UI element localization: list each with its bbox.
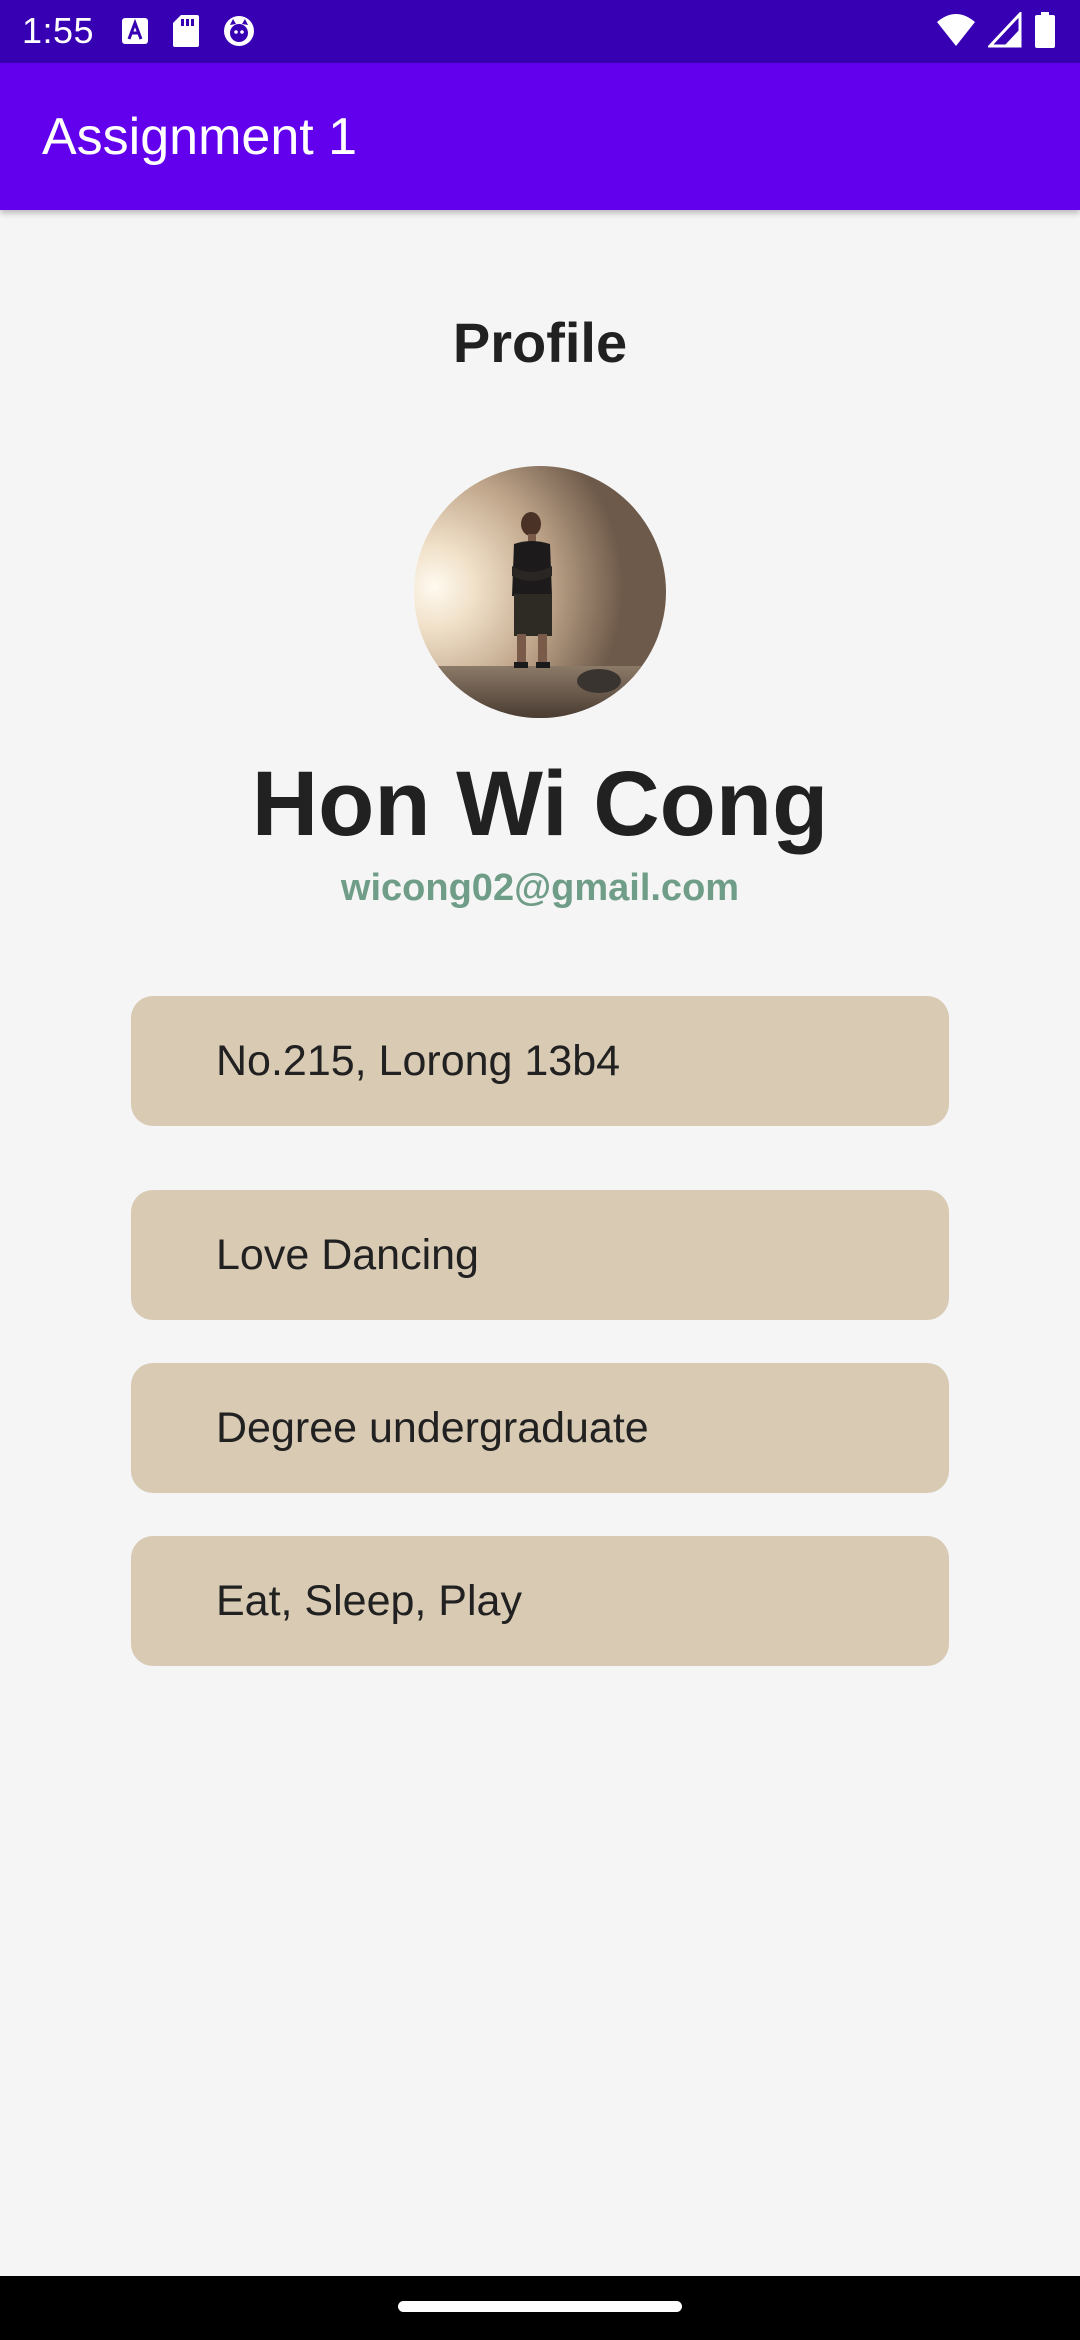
home-gesture-handle[interactable] bbox=[398, 2301, 682, 2312]
info-card-hobby: Love Dancing bbox=[131, 1190, 949, 1320]
font-download-icon bbox=[120, 16, 150, 51]
battery-icon bbox=[1034, 12, 1056, 53]
cell-signal-icon bbox=[986, 10, 1022, 53]
profile-heading: Profile bbox=[452, 311, 628, 374]
cat-face-icon bbox=[222, 14, 256, 53]
status-left-icons bbox=[120, 14, 256, 53]
profile-name: Hon Wi Cong bbox=[251, 753, 829, 855]
status-bar: 1:55 bbox=[0, 0, 1080, 63]
profile-photo bbox=[414, 466, 666, 718]
navigation-bar bbox=[0, 2276, 1080, 2340]
app-title: Assignment 1 bbox=[42, 108, 358, 166]
info-card-address: No.215, Lorong 13b4 bbox=[131, 996, 949, 1126]
sd-card-icon bbox=[172, 14, 200, 53]
info-card-motto: Eat, Sleep, Play bbox=[131, 1536, 949, 1666]
profile-email: wicong02@gmail.com bbox=[340, 867, 740, 909]
avatar bbox=[414, 466, 666, 718]
wifi-icon bbox=[936, 12, 976, 53]
status-time: 1:55 bbox=[22, 10, 95, 51]
info-card-text: Eat, Sleep, Play bbox=[216, 1577, 522, 1625]
info-card-text: No.215, Lorong 13b4 bbox=[216, 1037, 621, 1085]
status-right-icons bbox=[936, 10, 1056, 53]
app-bar: Assignment 1 bbox=[0, 63, 1080, 210]
info-card-education: Degree undergraduate bbox=[131, 1363, 949, 1493]
info-card-text: Degree undergraduate bbox=[216, 1404, 649, 1452]
info-card-text: Love Dancing bbox=[216, 1231, 479, 1279]
